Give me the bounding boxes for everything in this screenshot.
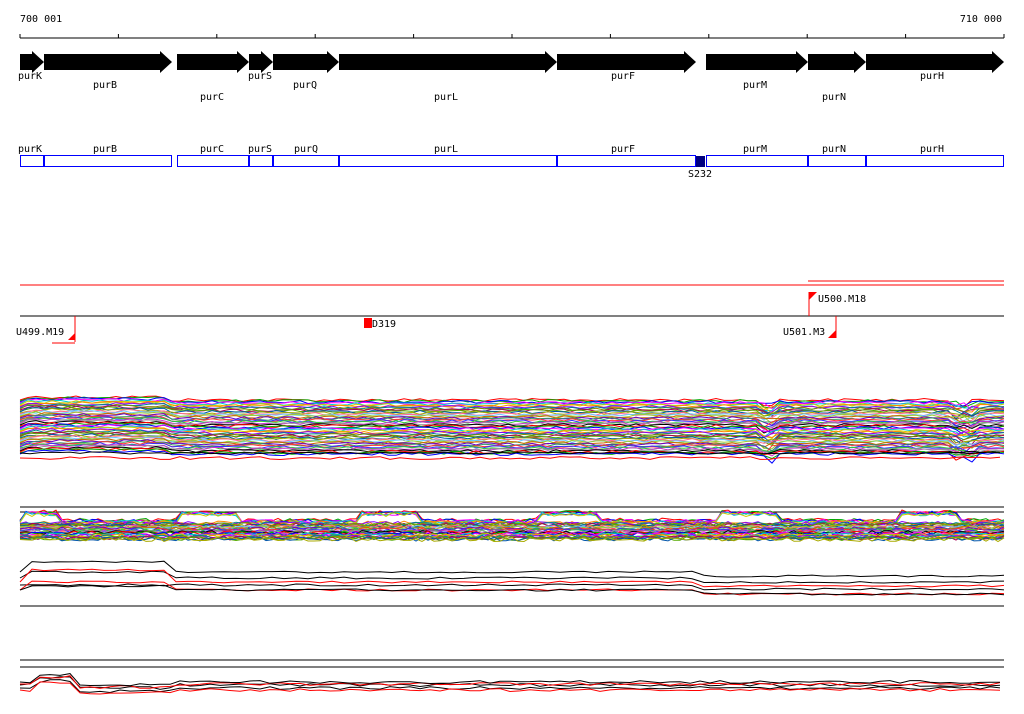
- gene-arrow-label: purM: [743, 80, 767, 91]
- gene-arrow-purq[interactable]: purQ: [273, 51, 339, 91]
- marker-u501-label: U501.M3: [783, 327, 825, 338]
- expression-panel-2: [19, 506, 1005, 543]
- marker-u501-flag: [828, 330, 836, 338]
- expression-line: [19, 673, 1000, 687]
- gene-box-label: purB: [93, 144, 117, 155]
- gene-box-label: purF: [611, 144, 635, 155]
- expression-line: [19, 560, 1005, 578]
- marker-u501[interactable]: U501.M3: [783, 316, 837, 338]
- gene-box-shape: [557, 155, 696, 167]
- gene-box-purf[interactable]: purF: [557, 144, 696, 167]
- gene-box-purs[interactable]: purS: [248, 144, 273, 167]
- expression-panel-1: [19, 395, 1005, 464]
- gene-box-label: purS: [248, 144, 272, 155]
- gene-box-label: purC: [200, 144, 224, 155]
- gene-arrow-purf[interactable]: purF: [557, 51, 696, 82]
- gene-arrow-purn[interactable]: purN: [808, 51, 866, 103]
- gene-arrow-label: purC: [200, 92, 224, 103]
- highlight-box[interactable]: [696, 156, 705, 167]
- gene-arrow-shape: [20, 51, 44, 73]
- gene-arrow-label: purN: [822, 92, 846, 103]
- ruler-ticks: [19, 34, 1005, 38]
- gene-box-label: purH: [920, 144, 944, 155]
- gene-arrow-shape: [706, 51, 808, 73]
- highlight-label: S232: [688, 169, 712, 180]
- gene-box-purn[interactable]: purN: [808, 144, 866, 167]
- gene-arrow-shape: [44, 51, 172, 73]
- gene-box-shape: [20, 155, 44, 167]
- gene-arrow-label: purF: [611, 71, 635, 82]
- gene-arrow-label: purL: [434, 92, 458, 103]
- marker-u499-label: U499.M19: [16, 327, 64, 338]
- gene-arrow-shape: [177, 51, 249, 73]
- gene-box-shape: [866, 155, 1004, 167]
- gene-box-track: S232 purK purB purC purS purQ purL purF purM pur…: [18, 144, 1004, 180]
- marker-d319-box: [364, 318, 372, 328]
- gene-arrow-label: purK: [18, 71, 42, 82]
- gene-box-label: purN: [822, 144, 846, 155]
- expression-panel-3: [19, 560, 1005, 607]
- ruler-start-label: 700 001: [20, 14, 62, 25]
- gene-arrow-shape: [808, 51, 866, 73]
- gene-arrow-purb[interactable]: purB: [44, 51, 172, 91]
- gene-arrow-purm[interactable]: purM: [706, 51, 808, 91]
- expression-line: [19, 580, 1005, 596]
- marker-u499-flag: [68, 333, 75, 340]
- gene-box-label: purM: [743, 144, 767, 155]
- gene-box-label: purL: [434, 144, 458, 155]
- ruler-end-label: 710 000: [960, 14, 1002, 25]
- marker-u500-flag: [809, 292, 817, 300]
- gene-box-purq[interactable]: purQ: [273, 144, 339, 167]
- gene-arrow-shape: [273, 51, 339, 73]
- gene-box-shape: [273, 155, 339, 167]
- gene-box-shape: [808, 155, 866, 167]
- expression-line: [19, 456, 1001, 461]
- gene-arrow-shape: [249, 51, 273, 73]
- gene-arrow-label: purQ: [293, 80, 317, 91]
- gene-arrow-purh[interactable]: purH: [866, 51, 1004, 82]
- gene-arrow-purl[interactable]: purL: [339, 51, 557, 103]
- gene-box-purc[interactable]: purC: [177, 144, 249, 167]
- marker-u500[interactable]: U500.M18: [808, 292, 866, 316]
- gene-arrow-track: purK purB purC purS purQ purL purF purM purN purH: [18, 51, 1004, 103]
- gene-arrow-shape: [339, 51, 557, 73]
- marker-d319-label: D319: [372, 319, 396, 330]
- gene-box-shape: [44, 155, 172, 167]
- gene-arrow-purc[interactable]: purC: [177, 51, 249, 103]
- gene-box-shape: [177, 155, 249, 167]
- gene-arrow-label: purH: [920, 71, 944, 82]
- gene-box-purh[interactable]: purH: [866, 144, 1004, 167]
- gene-arrow-label: purB: [93, 80, 117, 91]
- gene-arrow-shape: [557, 51, 696, 73]
- expression-panel-4: [19, 659, 1004, 695]
- gene-arrow-purs[interactable]: purS: [248, 51, 273, 82]
- gene-box-purm[interactable]: purM: [706, 144, 808, 167]
- gene-box-shape: [706, 155, 808, 167]
- marker-u499[interactable]: U499.M19: [16, 316, 76, 344]
- gene-box-label: purK: [18, 144, 42, 155]
- gene-box-purk[interactable]: purK: [18, 144, 44, 167]
- gene-box-shape: [249, 155, 273, 167]
- gene-box-label: purQ: [294, 144, 318, 155]
- gene-arrow-shape: [866, 51, 1004, 73]
- genome-browser-view: 700 001 710 000 purK purB purC purS purQ purL…: [16, 14, 1005, 695]
- gene-box-purb[interactable]: purB: [44, 144, 172, 167]
- gene-arrow-label: purS: [248, 71, 272, 82]
- coordinate-ruler: 700 001 710 000: [19, 14, 1005, 39]
- marker-u500-label: U500.M18: [818, 294, 866, 305]
- marker-d319[interactable]: D319: [364, 318, 396, 330]
- gene-box-purl[interactable]: purL: [339, 144, 557, 167]
- marker-track: U500.M18 U499.M19 D319 U501.M3: [16, 280, 1004, 344]
- gene-box-shape: [339, 155, 557, 167]
- gene-arrow-purk[interactable]: purK: [18, 51, 44, 82]
